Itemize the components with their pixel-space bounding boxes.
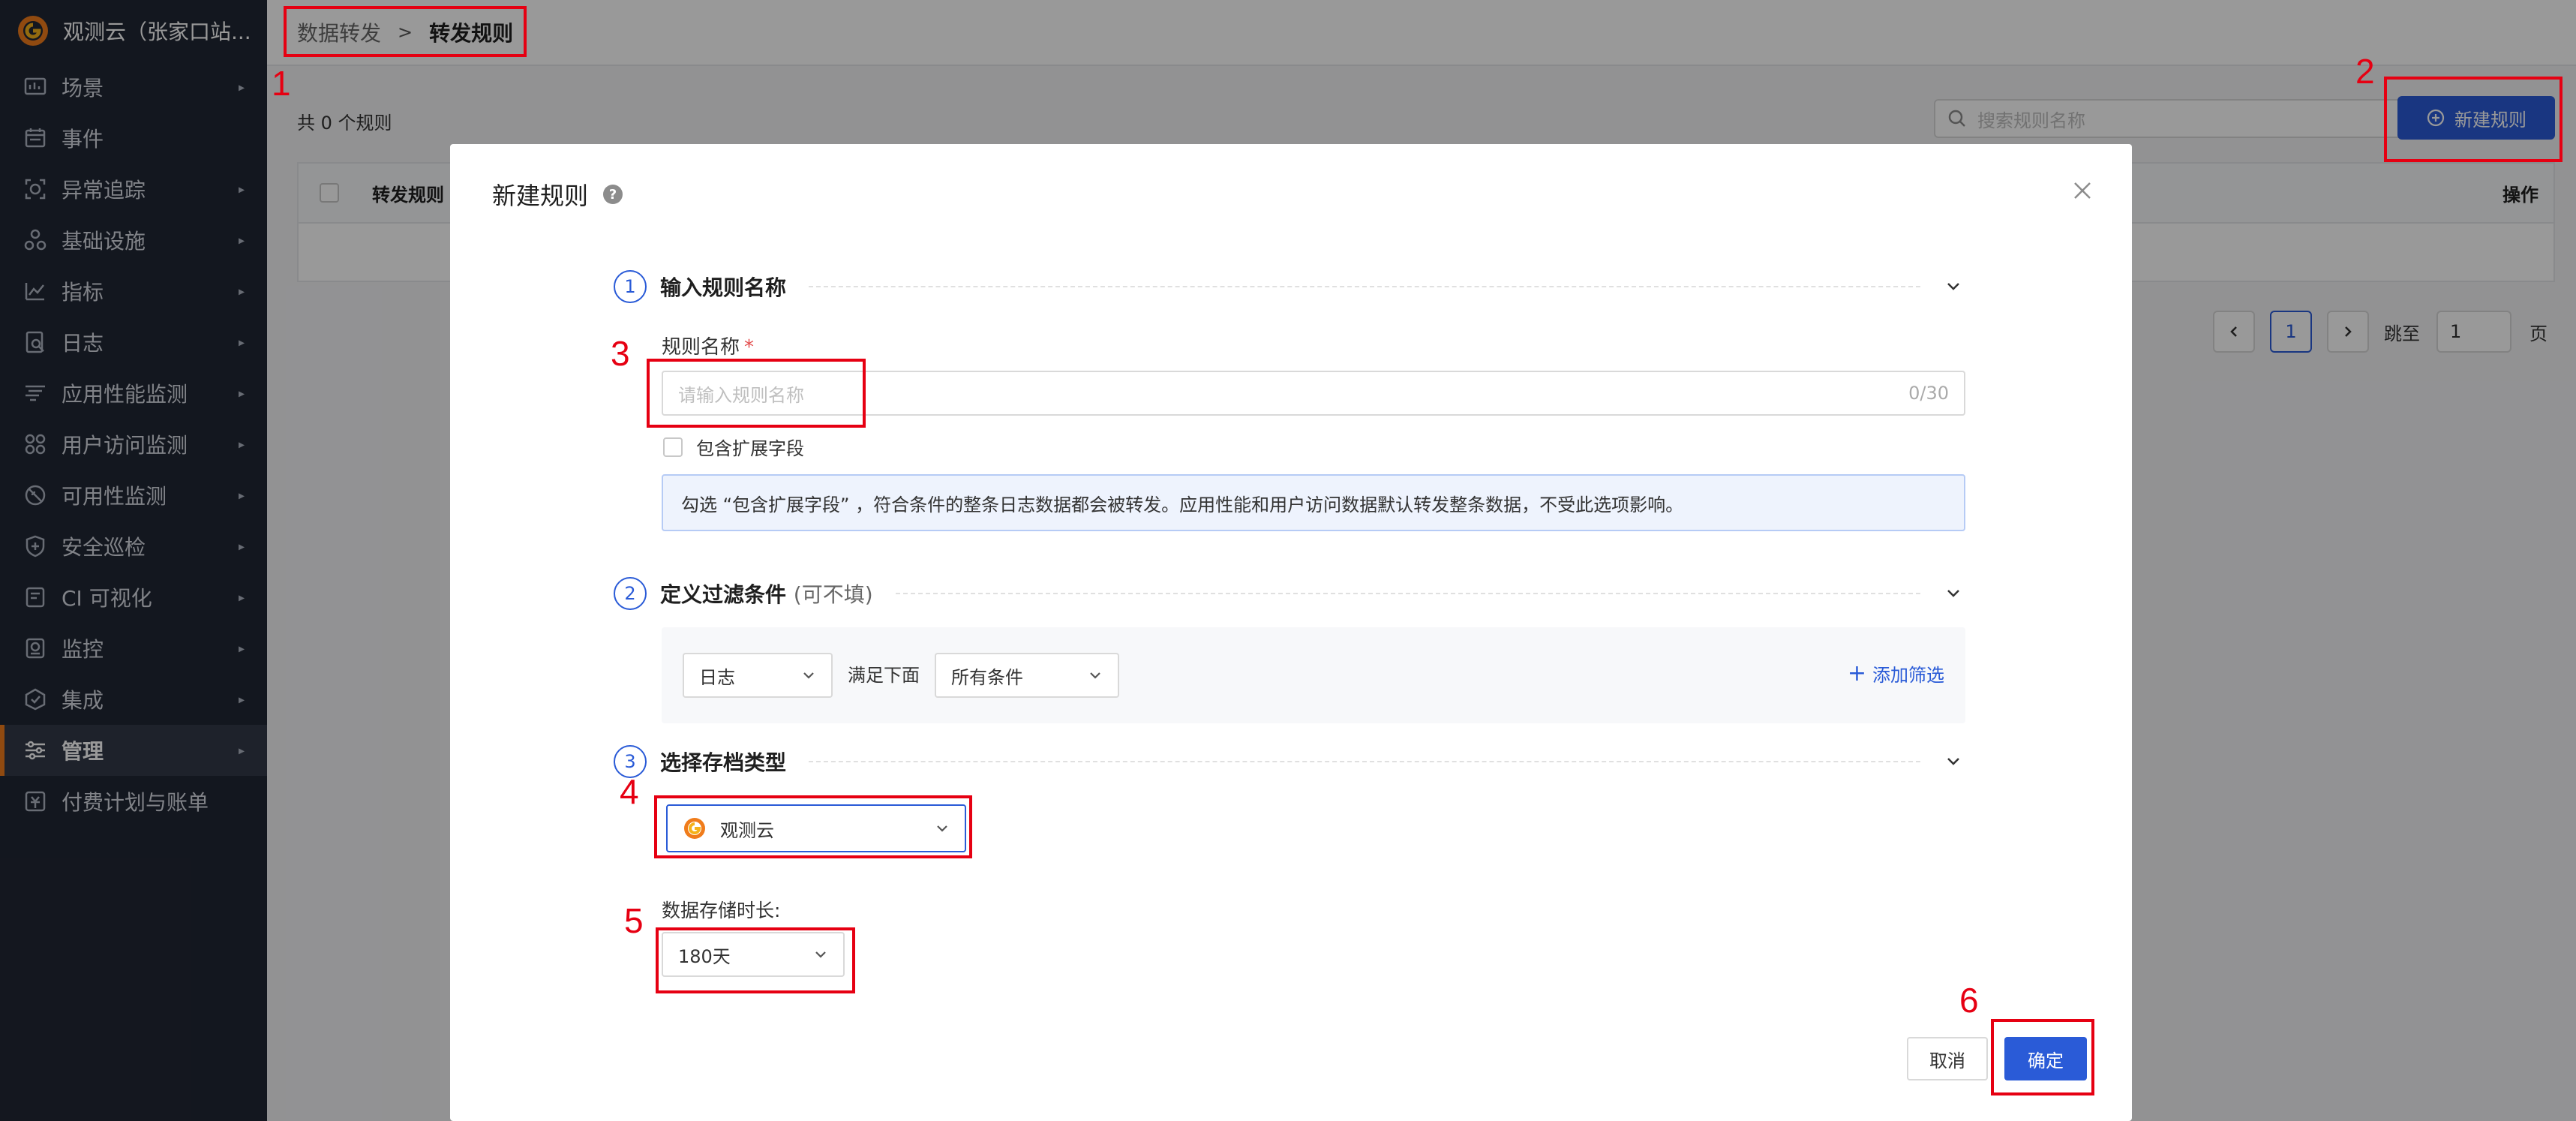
- rule-name-label: 规则名称 *: [662, 332, 754, 359]
- data-source-value: 日志: [699, 666, 735, 688]
- divider: [809, 286, 1920, 287]
- chevron-down-icon[interactable]: [1943, 751, 1964, 772]
- checkbox[interactable]: [663, 437, 683, 457]
- annotation-box-2: [2384, 77, 2562, 162]
- condition-value: 所有条件: [951, 666, 1023, 688]
- annotation-number-4: 4: [620, 772, 639, 811]
- annotation-number-5: 5: [624, 901, 644, 940]
- checkbox-label: 包含扩展字段: [696, 438, 804, 459]
- include-extended-fields-checkbox[interactable]: 包含扩展字段: [663, 434, 804, 460]
- char-counter: 0/30: [1908, 383, 1949, 404]
- annotation-number-2: 2: [2355, 52, 2375, 91]
- annotation-box-6: [1991, 1019, 2094, 1095]
- info-text: 勾选 “包含扩展字段” ，符合条件的整条日志数据都会被转发。应用性能和用户访问数…: [681, 494, 1684, 515]
- add-filter-label: 添加筛选: [1872, 665, 1944, 686]
- step2-title: 定义过滤条件 (可不填): [660, 579, 873, 609]
- step1-number: 1: [614, 270, 647, 303]
- help-icon[interactable]: ?: [603, 185, 623, 204]
- plus-icon: +: [1847, 660, 1866, 687]
- chevron-down-icon: [1090, 672, 1100, 679]
- step2-header[interactable]: 2 定义过滤条件 (可不填): [614, 576, 1964, 611]
- add-filter-button[interactable]: + 添加筛选: [1848, 660, 1944, 687]
- chevron-down-icon[interactable]: [1943, 583, 1964, 604]
- annotation-number-6: 6: [1959, 981, 1979, 1020]
- annotation-box-5: [656, 927, 855, 993]
- divider: [895, 593, 1920, 594]
- cancel-button[interactable]: 取消: [1907, 1037, 1988, 1080]
- match-text: 满足下面: [848, 665, 920, 686]
- dialog-title-text: 新建规则: [492, 182, 589, 210]
- step2-hint: (可不填): [793, 582, 873, 607]
- step2-title-text: 定义过滤条件: [660, 582, 787, 607]
- step1-title: 输入规则名称: [660, 275, 787, 300]
- annotation-number-1: 1: [272, 64, 291, 103]
- chevron-down-icon: [803, 672, 814, 679]
- annotation-box-3: [647, 359, 866, 428]
- rule-name-label-text: 规则名称: [662, 336, 740, 359]
- dialog-title: 新建规则 ?: [492, 177, 623, 212]
- divider: [809, 761, 1920, 762]
- annotation-number-3: 3: [611, 334, 630, 373]
- data-source-select[interactable]: 日志: [683, 653, 833, 698]
- step1-header[interactable]: 1 输入规则名称: [614, 269, 1964, 304]
- filter-area: 日志 满足下面 所有条件 + 添加筛选: [662, 627, 1965, 723]
- annotation-box-4: [654, 795, 972, 858]
- step3-header[interactable]: 3 选择存档类型: [614, 744, 1964, 779]
- retention-label: 数据存储时长:: [662, 900, 781, 921]
- annotation-box-1: [284, 6, 527, 57]
- condition-select[interactable]: 所有条件: [935, 653, 1119, 698]
- close-icon[interactable]: [2070, 179, 2094, 203]
- chevron-down-icon[interactable]: [1943, 276, 1964, 297]
- step2-number: 2: [614, 577, 647, 610]
- info-banner: 勾选 “包含扩展字段” ，符合条件的整条日志数据都会被转发。应用性能和用户访问数…: [662, 474, 1965, 531]
- required-mark: *: [744, 336, 755, 359]
- step3-title: 选择存档类型: [660, 750, 787, 775]
